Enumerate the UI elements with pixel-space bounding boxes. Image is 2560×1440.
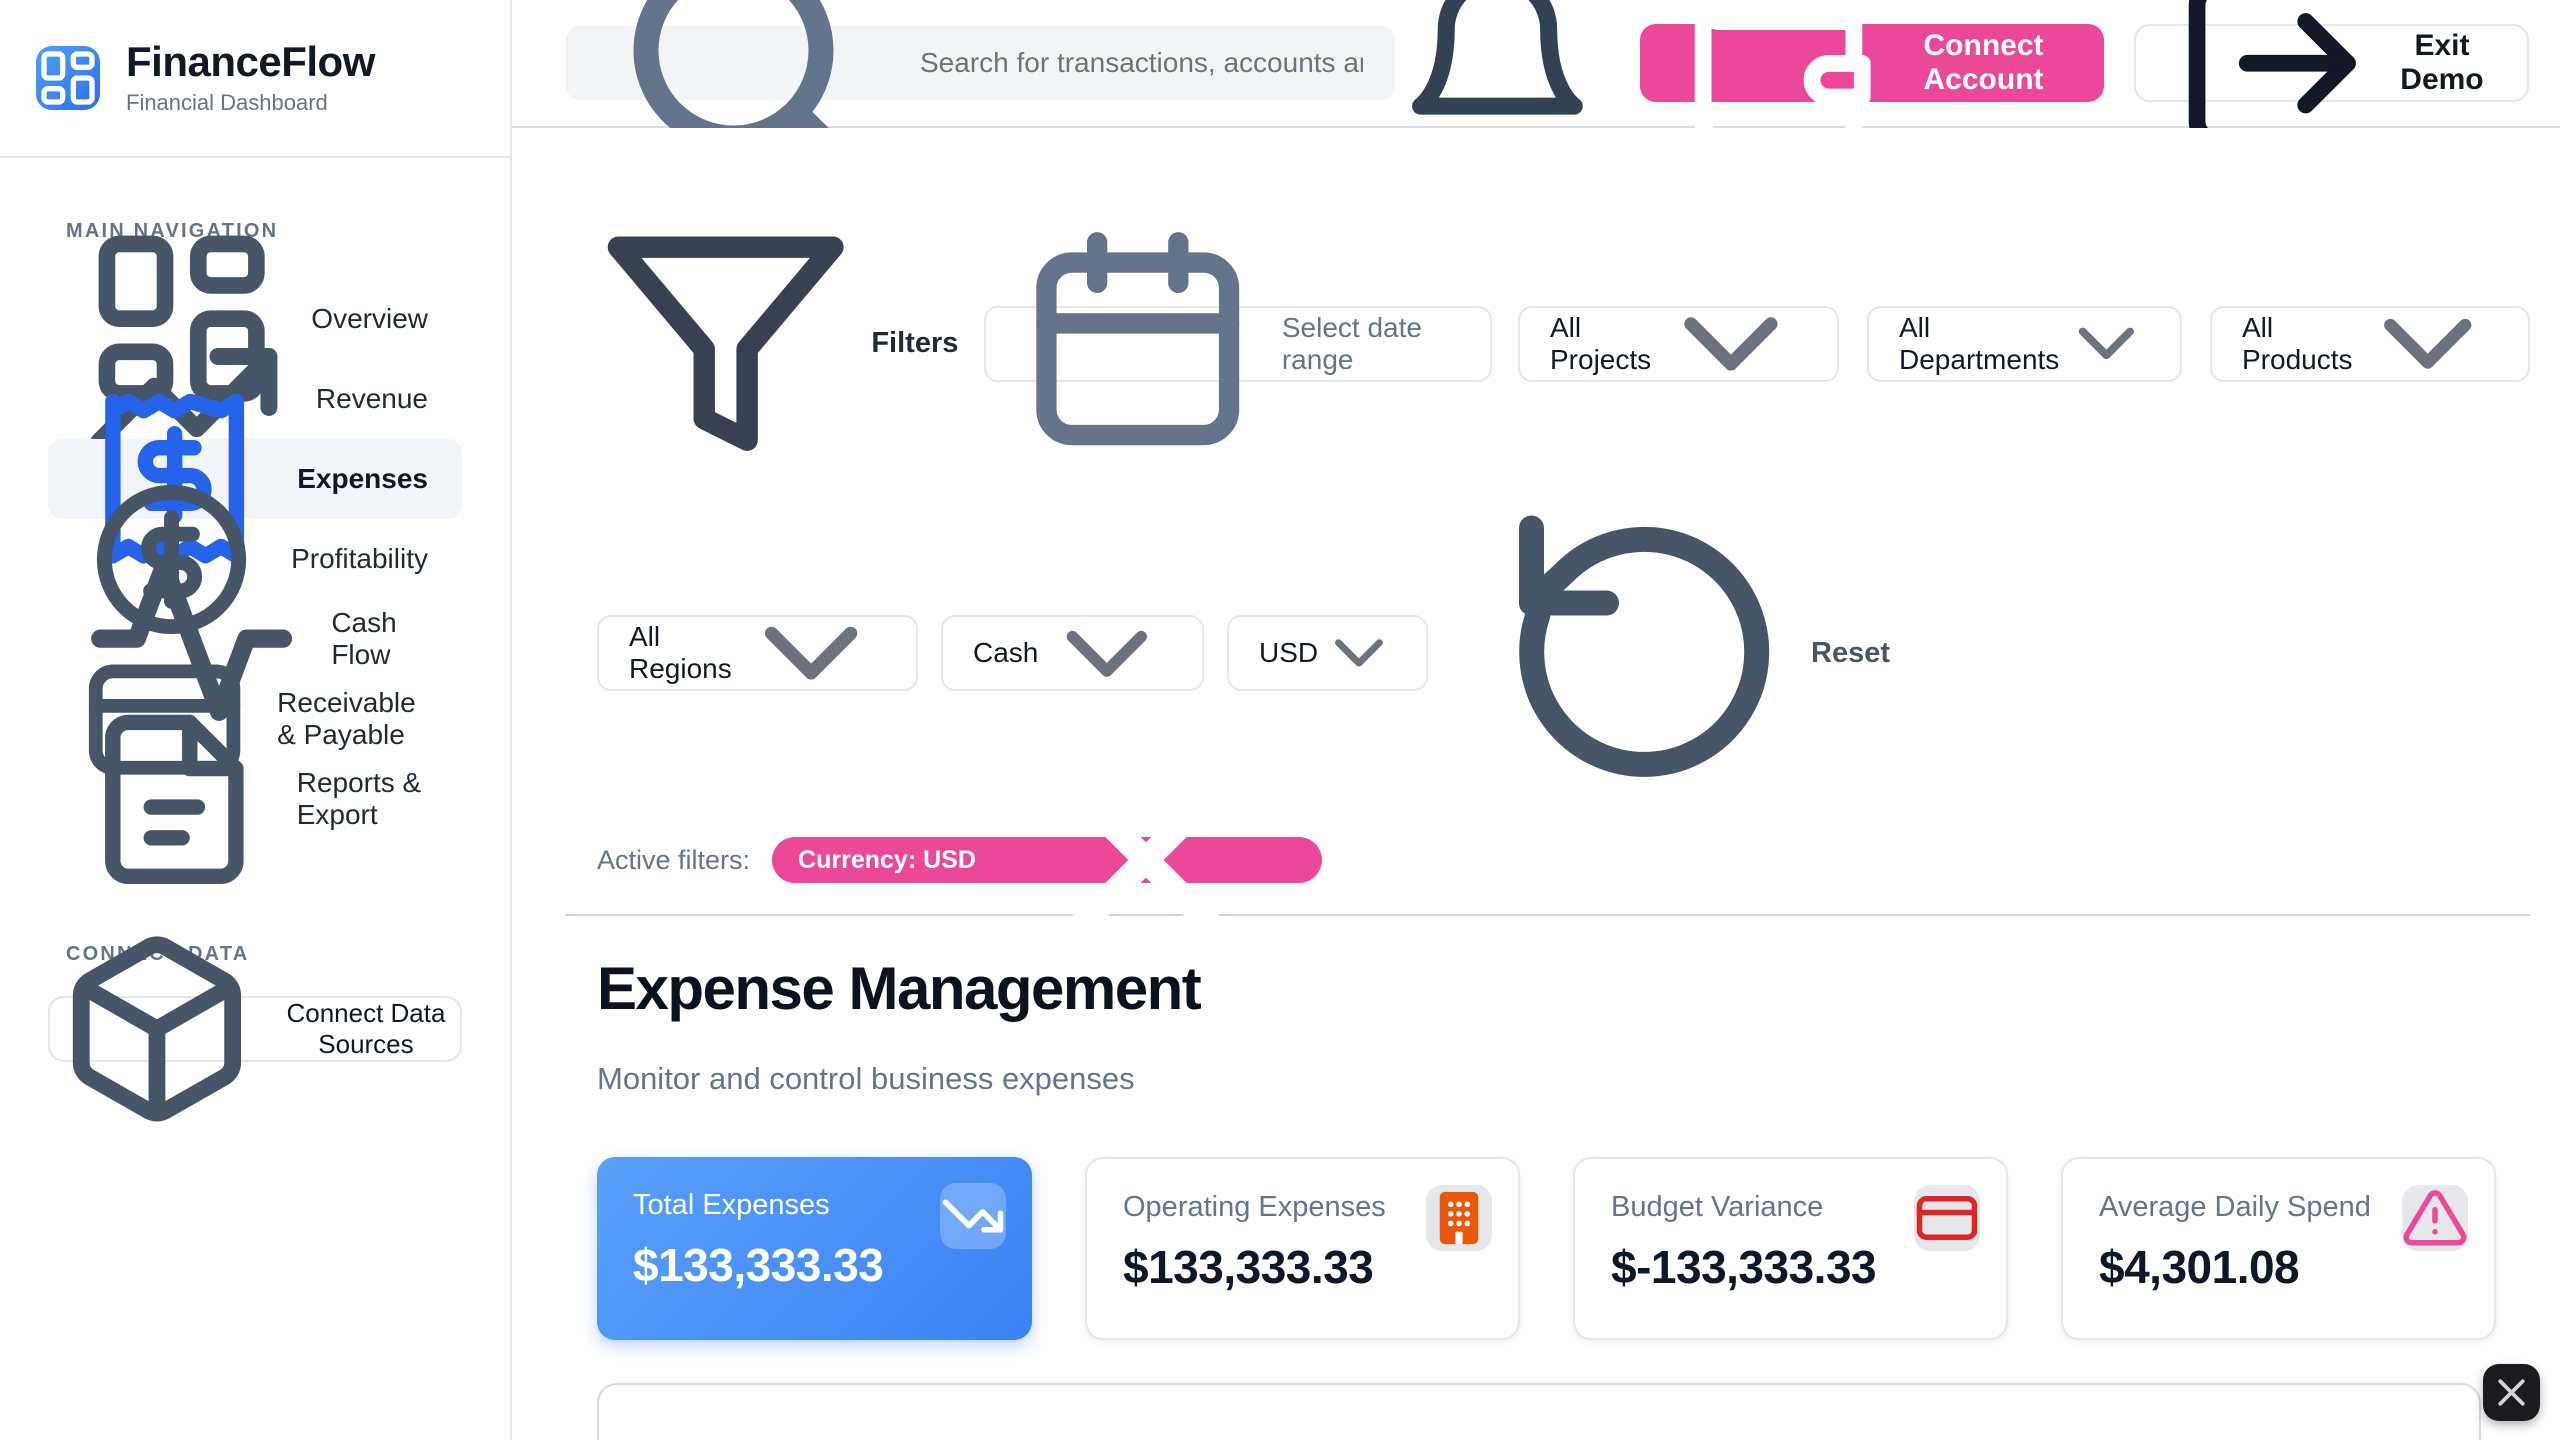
select-value: Cash (973, 637, 1038, 669)
calendar-icon (1016, 222, 1259, 465)
select-value: All Regions (629, 621, 732, 685)
chevron-down-icon (1651, 264, 1811, 424)
app-root: FinanceFlow Financial Dashboard MAIN NAV… (0, 0, 2560, 1440)
stats-row: Total Expenses $133,333.33 Operating Exp… (597, 1157, 2530, 1340)
chip-label: Currency: USD (798, 846, 976, 875)
nav-item-label: Expenses (297, 463, 428, 495)
main-column: Connect Account Exit Demo Filters Select… (512, 0, 2560, 1440)
stat-icon (940, 1183, 1006, 1249)
exit-demo-button[interactable]: Exit Demo (2134, 24, 2529, 102)
active-filters-label: Active filters: (597, 845, 750, 876)
nav-item-label: Cash Flow (331, 607, 428, 671)
page-title: Expense Management (597, 957, 2530, 1020)
filters-label: Filters (597, 215, 958, 472)
filter-select-all-products[interactable]: All Products (2210, 306, 2530, 382)
chevron-down-icon (732, 574, 890, 732)
connect-data-sources-button[interactable]: Connect Data Sources (48, 996, 462, 1062)
search-input[interactable] (918, 46, 1365, 80)
content: Filters Select date range All Projects A… (512, 128, 2560, 1440)
stat-icon-chip (940, 1183, 1006, 1249)
chevron-down-icon (1318, 612, 1400, 694)
date-range-input[interactable]: Select date range (984, 306, 1492, 382)
package-icon (56, 928, 258, 1130)
stat-icon (2402, 1185, 2468, 1251)
connect-account-label: Connect Account (1901, 29, 2067, 97)
sidebar-nav: Overview Revenue Expenses Profitability … (0, 279, 510, 839)
page-subtitle: Monitor and control business expenses (597, 1061, 2530, 1097)
chevron-down-icon (2059, 296, 2154, 391)
category-section: Expenses by Category Cost of Goods Sold … (597, 1383, 2481, 1440)
filter-select-all-departments[interactable]: All Departments (1867, 306, 2182, 382)
sidebar-item-reports-and-export[interactable]: Reports & Export (48, 759, 462, 839)
brand-subtitle: Financial Dashboard (126, 90, 375, 116)
select-value: USD (1259, 637, 1318, 669)
brand: FinanceFlow Financial Dashboard (0, 0, 510, 158)
reset-icon (1494, 503, 1794, 803)
chevron-down-icon (2353, 269, 2503, 419)
header: Connect Account Exit Demo (512, 0, 2560, 128)
nav-item-label: Reports & Export (297, 767, 428, 831)
sidebar: FinanceFlow Financial Dashboard MAIN NAV… (0, 0, 512, 1440)
filter-selects-row1: All Projects All Departments All Product… (1518, 306, 2530, 382)
filter-select-all-projects[interactable]: All Projects (1518, 306, 1839, 382)
stat-icon-chip (1914, 1185, 1980, 1251)
section-divider (565, 914, 2530, 916)
close-overlay-button[interactable] (2483, 1364, 2540, 1421)
stat-icon-chip (1426, 1185, 1492, 1251)
select-value: All Projects (1550, 312, 1651, 376)
date-range-placeholder: Select date range (1282, 312, 1460, 376)
reset-filters-button[interactable]: Reset (1488, 502, 1896, 804)
select-value: All Departments (1899, 312, 2059, 376)
currency-filter-chip[interactable]: Currency: USD (772, 837, 1322, 883)
filter-selects-row2: All Regions Cash USD (597, 615, 1428, 691)
exit-demo-label: Exit Demo (2393, 29, 2491, 97)
nav-item-label: Overview (311, 303, 428, 335)
nav-item-icon (82, 707, 267, 892)
connect-data-sources-label: Connect Data Sources (278, 998, 454, 1060)
filter-select-usd[interactable]: USD (1227, 615, 1428, 691)
nav-item-label: Receivable & Payable (277, 687, 428, 751)
chevron-down-icon (1038, 585, 1176, 723)
filter-icon (597, 215, 854, 472)
stat-icon-chip (2402, 1185, 2468, 1251)
nav-item-label: Profitability (291, 543, 428, 575)
filters-label-text: Filters (871, 327, 958, 360)
brand-title: FinanceFlow (126, 40, 375, 84)
stat-card-total-expenses: Total Expenses $133,333.33 (597, 1157, 1032, 1340)
stat-card-budget-variance: Budget Variance $-133,333.33 (1573, 1157, 2008, 1340)
alert-triangle-icon (677, 1433, 964, 1440)
search-bar[interactable] (566, 26, 1395, 100)
brand-logo-icon (36, 46, 100, 110)
filter-select-all-regions[interactable]: All Regions (597, 615, 918, 691)
active-filters-row: Active filters: Currency: USD (597, 837, 2530, 883)
reset-label: Reset (1811, 637, 1890, 670)
stat-icon (1426, 1185, 1492, 1251)
filters-bar-row-2: All Regions Cash USD Reset (597, 502, 2530, 804)
filters-bar-row-1: Filters Select date range All Projects A… (597, 215, 2530, 472)
nav-item-label: Revenue (316, 383, 428, 415)
select-value: All Products (2242, 312, 2353, 376)
stat-card-operating-expenses: Operating Expenses $133,333.33 (1085, 1157, 1520, 1340)
stat-card-average-daily-spend: Average Daily Spend $4,301.08 (2061, 1157, 2496, 1340)
stat-icon (1914, 1185, 1980, 1251)
filter-select-cash[interactable]: Cash (941, 615, 1204, 691)
connect-account-button[interactable]: Connect Account (1640, 24, 2105, 102)
alert-triangle-icon (1590, 1426, 1890, 1440)
close-icon (2489, 1370, 2534, 1415)
brand-text: FinanceFlow Financial Dashboard (126, 40, 375, 116)
